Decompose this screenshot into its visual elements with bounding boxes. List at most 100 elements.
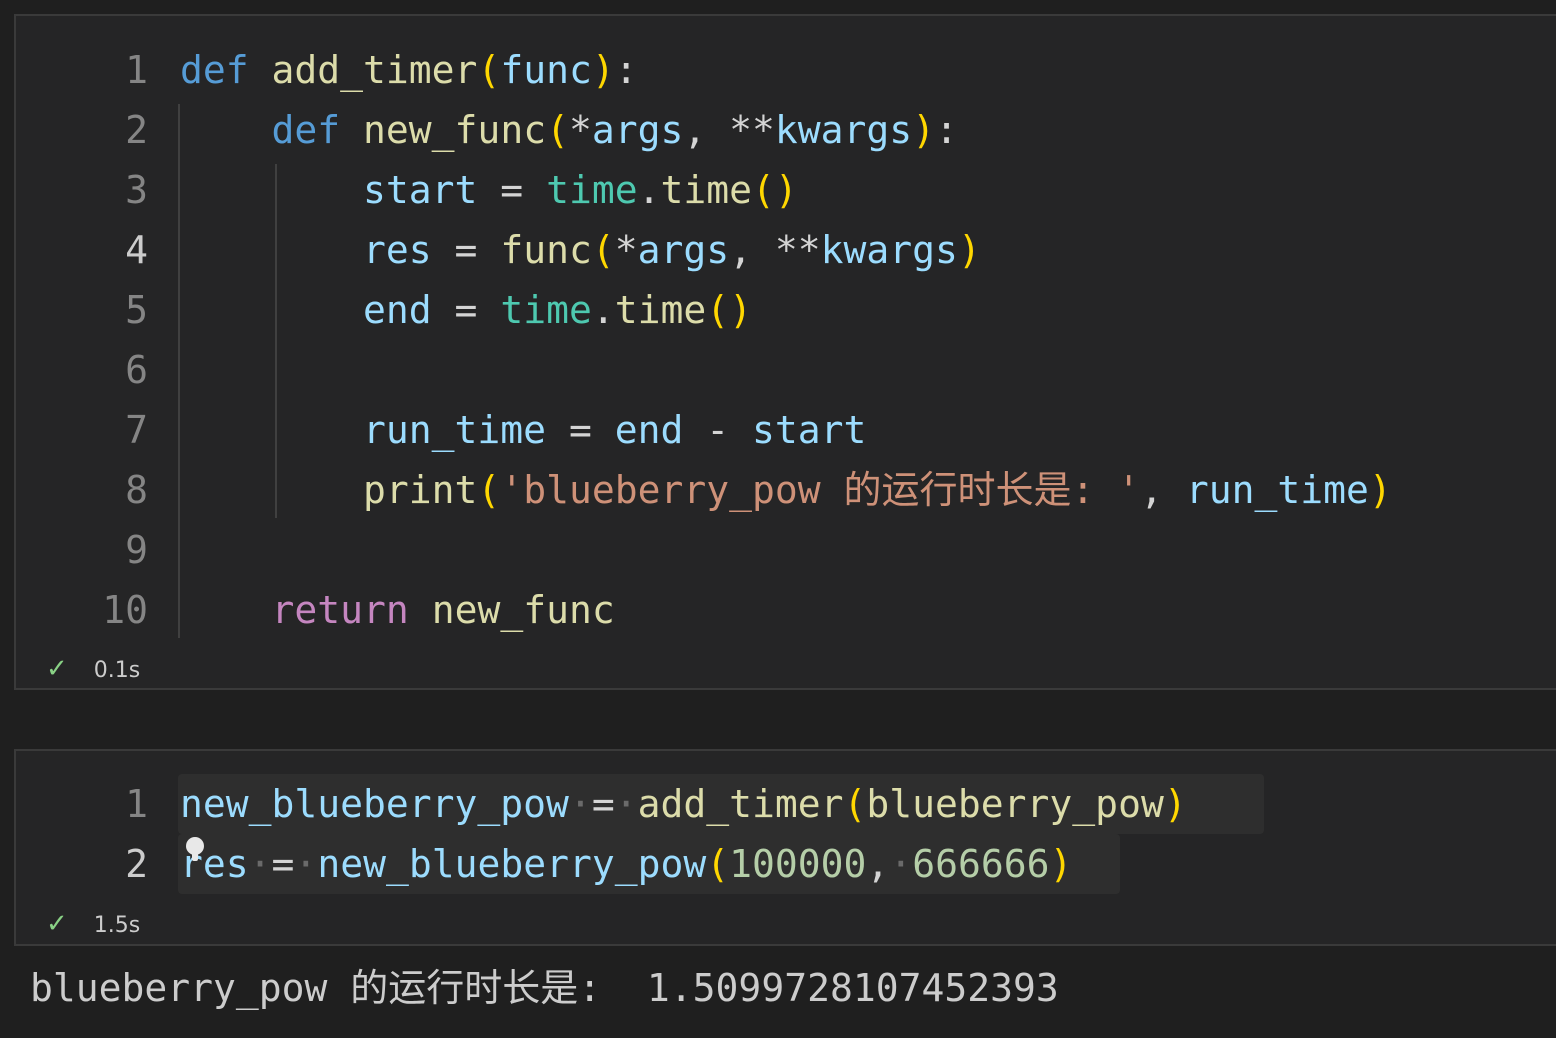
code-token: ( — [477, 468, 501, 512]
code-token: * — [568, 108, 592, 152]
code-token: () — [751, 168, 798, 212]
code-token: res — [363, 228, 432, 272]
code-token: () — [706, 288, 752, 332]
code-text[interactable]: return new_func — [180, 580, 615, 640]
code-token: new_blueberry_pow — [317, 842, 707, 886]
line-number: 6 — [125, 348, 148, 392]
code-token: · — [889, 842, 913, 886]
code-token: args — [637, 228, 730, 272]
code-token: print — [363, 468, 478, 512]
line-number: 1 — [125, 782, 148, 826]
code-token: , — [866, 842, 890, 886]
execution-status: ✓ 0.1s — [46, 654, 140, 684]
code-token: new_func — [363, 108, 547, 152]
code-token: add_timer — [637, 782, 844, 826]
success-check-icon: ✓ — [46, 909, 68, 939]
code-text[interactable]: print('blueberry_pow 的运行时长是: ', run_time… — [180, 460, 1392, 520]
code-token: · — [614, 782, 638, 826]
code-token: 666666 — [912, 842, 1050, 886]
code-token: ** — [729, 108, 775, 152]
code-line[interactable]: 3 start = time.time() — [16, 160, 1556, 220]
code-text[interactable]: end = time.time() — [180, 280, 752, 340]
code-token: - — [683, 408, 752, 452]
code-token: time — [614, 288, 707, 332]
code-line[interactable]: 4 res = func(*args, **kwargs) — [16, 220, 1556, 280]
code-token: = — [546, 408, 615, 452]
line-number: 5 — [125, 288, 148, 332]
code-token: time — [660, 168, 752, 212]
line-number: 3 — [125, 168, 148, 212]
code-token: add_timer — [271, 48, 478, 92]
code-token: def — [271, 108, 341, 152]
code-token: start — [751, 408, 867, 452]
code-text[interactable]: res = func(*args, **kwargs) — [180, 220, 981, 280]
code-token: ( — [546, 108, 569, 152]
code-token: , — [1140, 468, 1186, 512]
line-number: 10 — [102, 588, 148, 632]
code-line[interactable]: 5 end = time.time() — [16, 280, 1556, 340]
success-check-icon: ✓ — [46, 654, 68, 684]
code-token: kwargs — [820, 228, 958, 272]
code-line[interactable]: 1 new_blueberry_pow·=·add_timer(blueberry… — [16, 774, 1556, 834]
code-text[interactable]: run_time = end - start — [180, 400, 866, 460]
code-token: ( — [706, 842, 730, 886]
code-token: func — [500, 228, 592, 272]
line-number: 7 — [125, 408, 148, 452]
execution-time: 0.1s — [93, 658, 141, 683]
code-token: : — [614, 48, 638, 92]
code-token: ( — [843, 782, 867, 826]
code-token: 100000 — [729, 842, 867, 886]
code-token: blueberry_pow — [866, 782, 1164, 826]
code-token: end — [363, 288, 432, 332]
code-line[interactable]: 9 — [16, 520, 1556, 580]
code-cell-2[interactable]: 1 new_blueberry_pow·=·add_timer(blueberry… — [14, 749, 1556, 946]
code-text[interactable]: def new_func(*args, **kwargs): — [180, 100, 958, 160]
code-line[interactable]: 6 — [16, 340, 1556, 400]
code-token: func — [500, 48, 592, 92]
lightbulb-icon[interactable] — [186, 837, 204, 861]
code-line[interactable]: 10 return new_func — [16, 580, 1556, 640]
code-text[interactable]: start = time.time() — [180, 160, 798, 220]
code-token: ) — [957, 228, 981, 272]
execution-time: 1.5s — [93, 913, 141, 938]
code-token: * — [614, 228, 638, 272]
code-token: = — [477, 168, 547, 212]
code-token: = — [431, 288, 501, 332]
code-token: ( — [591, 228, 615, 272]
code-token: ** — [774, 228, 821, 272]
code-text[interactable]: def add_timer(func): — [180, 40, 638, 100]
code-line[interactable]: 8 print('blueberry_pow 的运行时长是: ', run_ti… — [16, 460, 1556, 520]
code-token: new_func — [431, 588, 615, 632]
line-number: 4 — [125, 228, 148, 272]
code-line[interactable]: 2 res·=·new_blueberry_pow(100000,·666666) — [16, 834, 1556, 894]
code-token: end — [614, 408, 684, 452]
code-token: · — [248, 842, 272, 886]
code-token: return — [271, 588, 409, 632]
line-number: 9 — [125, 528, 148, 572]
code-token: · — [568, 782, 592, 826]
code-token: = — [431, 228, 501, 272]
code-token: = — [591, 782, 615, 826]
code-text[interactable]: new_blueberry_pow·=·add_timer(blueberry_… — [180, 774, 1187, 834]
code-token: def — [180, 48, 249, 92]
code-token: run_time — [1185, 468, 1369, 512]
code-token: ) — [912, 108, 936, 152]
code-line[interactable]: 7 run_time = end - start — [16, 400, 1556, 460]
code-line[interactable]: 2 def new_func(*args, **kwargs): — [16, 100, 1556, 160]
code-cell-1[interactable]: 1 def add_timer(func): 2 def new_func(*arg… — [14, 14, 1556, 690]
code-token: , — [683, 108, 730, 152]
line-number: 1 — [125, 48, 148, 92]
line-number: 8 — [125, 468, 148, 512]
code-token: run_time — [363, 408, 547, 452]
code-text[interactable]: res·=·new_blueberry_pow(100000,·666666) — [180, 834, 1072, 894]
code-token: 'blueberry_pow 的运行时长是: ' — [500, 468, 1141, 512]
code-line[interactable]: 1 def add_timer(func): — [16, 40, 1556, 100]
code-token: . — [591, 288, 615, 332]
